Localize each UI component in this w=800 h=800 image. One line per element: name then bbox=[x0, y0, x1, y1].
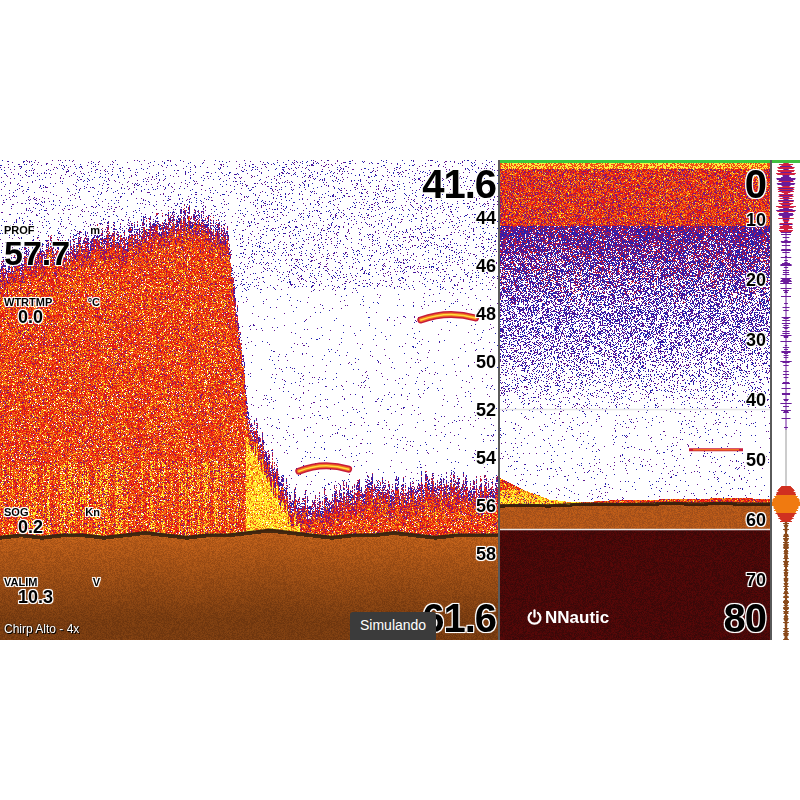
readout-header: VALIM V bbox=[4, 576, 100, 588]
depth-tick: 48 bbox=[476, 305, 496, 323]
power-icon bbox=[526, 609, 543, 626]
depth-tick: 60 bbox=[746, 511, 766, 529]
a-scope-canvas bbox=[772, 160, 800, 640]
top-margin bbox=[0, 0, 800, 160]
sonar-screen: 41.6444648505254565861.6PROFm57.7WTRTMP°… bbox=[0, 160, 800, 640]
depth-tick: 54 bbox=[476, 449, 496, 467]
depth-tick: 10 bbox=[746, 211, 766, 229]
zoom-window-top bbox=[500, 409, 770, 411]
bottom-margin bbox=[0, 640, 800, 800]
readout-label: WTRTMP bbox=[4, 296, 52, 308]
zoom-view[interactable]: 41.6444648505254565861.6PROFm57.7WTRTMP°… bbox=[0, 160, 498, 640]
readout-value: 10.3 bbox=[4, 588, 100, 608]
depth-tick: 44 bbox=[476, 209, 496, 227]
readout-unit: Kn bbox=[85, 506, 100, 518]
depth-tick: 50 bbox=[746, 451, 766, 469]
depth-tick: 50 bbox=[476, 353, 496, 371]
status-badge: Simulando bbox=[350, 612, 436, 640]
readout-unit: V bbox=[93, 576, 100, 588]
zoom-overlay bbox=[0, 160, 498, 640]
depth-tick: 46 bbox=[476, 257, 496, 275]
depth-tick: 30 bbox=[746, 331, 766, 349]
overview-echo-canvas bbox=[500, 160, 770, 640]
readout-label: VALIM bbox=[4, 576, 37, 588]
zoom-echo-canvas bbox=[0, 160, 498, 640]
readout-unit: °C bbox=[88, 296, 100, 308]
range-top: 41.6 bbox=[422, 164, 496, 204]
fish-arch bbox=[421, 314, 476, 320]
sonar-mode: Chirp Alto - 4x bbox=[4, 620, 79, 638]
fish-trace bbox=[689, 449, 743, 450]
depth-tick: 70 bbox=[746, 571, 766, 589]
zoom-window-bottom bbox=[500, 529, 770, 531]
fish-arch bbox=[299, 466, 349, 472]
depth-tick: 56 bbox=[476, 497, 496, 515]
range-top: 0 bbox=[745, 164, 766, 204]
readout-label: PROF bbox=[4, 224, 35, 236]
range-bottom: 80 bbox=[724, 598, 767, 638]
readout-label: SOG bbox=[4, 506, 28, 518]
overview-view[interactable]: 0 10 20 30 40 50 60 70 80 NNautic bbox=[500, 160, 770, 640]
data-readout: VALIM V10.3 bbox=[4, 576, 100, 608]
depth-tick: 20 bbox=[746, 271, 766, 289]
readout-header: WTRTMP °C bbox=[4, 296, 100, 308]
bottom-line bbox=[500, 503, 770, 505]
data-readout: PROF m57.7 bbox=[4, 224, 100, 270]
bottom-line bbox=[0, 530, 498, 537]
readout-unit: m bbox=[90, 224, 100, 236]
readout-value: 0.2 bbox=[4, 518, 100, 538]
depth-tick: 58 bbox=[476, 545, 496, 563]
logo-text: NNautic bbox=[545, 609, 609, 626]
depth-tick: 52 bbox=[476, 401, 496, 419]
overview-overlay bbox=[500, 160, 770, 640]
data-readout: WTRTMP °C0.0 bbox=[4, 296, 100, 328]
brand-logo: NNautic bbox=[526, 609, 609, 626]
data-readout: SOG Kn0.2 bbox=[4, 506, 100, 538]
readout-value: 0.0 bbox=[4, 308, 100, 328]
a-scope bbox=[772, 160, 800, 640]
depth-tick: 40 bbox=[746, 391, 766, 409]
readout-value: 57.7 bbox=[4, 236, 100, 270]
readout-header: PROF m bbox=[4, 224, 100, 236]
readout-header: SOG Kn bbox=[4, 506, 100, 518]
